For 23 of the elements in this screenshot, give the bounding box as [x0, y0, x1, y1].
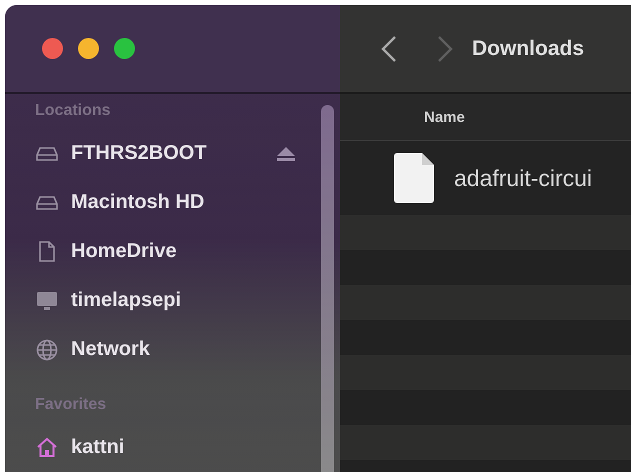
- eject-icon[interactable]: [277, 146, 295, 160]
- sidebar-item[interactable]: HomeDrive: [35, 227, 295, 276]
- zoom-button[interactable]: [114, 38, 135, 59]
- home-icon: [36, 437, 58, 458]
- monitor-icon: [36, 290, 58, 310]
- column-header[interactable]: Name: [424, 108, 465, 126]
- sidebar-item[interactable]: FTHRS2BOOT: [35, 129, 295, 178]
- close-button[interactable]: [42, 38, 63, 59]
- sidebar-item[interactable]: kattni: [35, 423, 295, 472]
- section-title: Locations: [35, 102, 111, 120]
- scrollbar[interactable]: [321, 105, 334, 472]
- document-icon: [39, 241, 55, 262]
- drive-icon: [36, 146, 58, 162]
- minimize-button[interactable]: [78, 38, 99, 59]
- sidebar-item[interactable]: Network: [35, 325, 295, 374]
- sidebar-item[interactable]: Macintosh HD: [35, 178, 295, 227]
- window-title: Downloads: [472, 36, 584, 60]
- drive-icon: [36, 194, 58, 210]
- section-title: Favorites: [35, 396, 106, 414]
- globe-icon: [36, 338, 58, 360]
- sidebar-item[interactable]: timelapsepi: [35, 276, 295, 325]
- document-icon: [394, 153, 434, 203]
- file-name[interactable]: adafruit-circui: [454, 164, 592, 192]
